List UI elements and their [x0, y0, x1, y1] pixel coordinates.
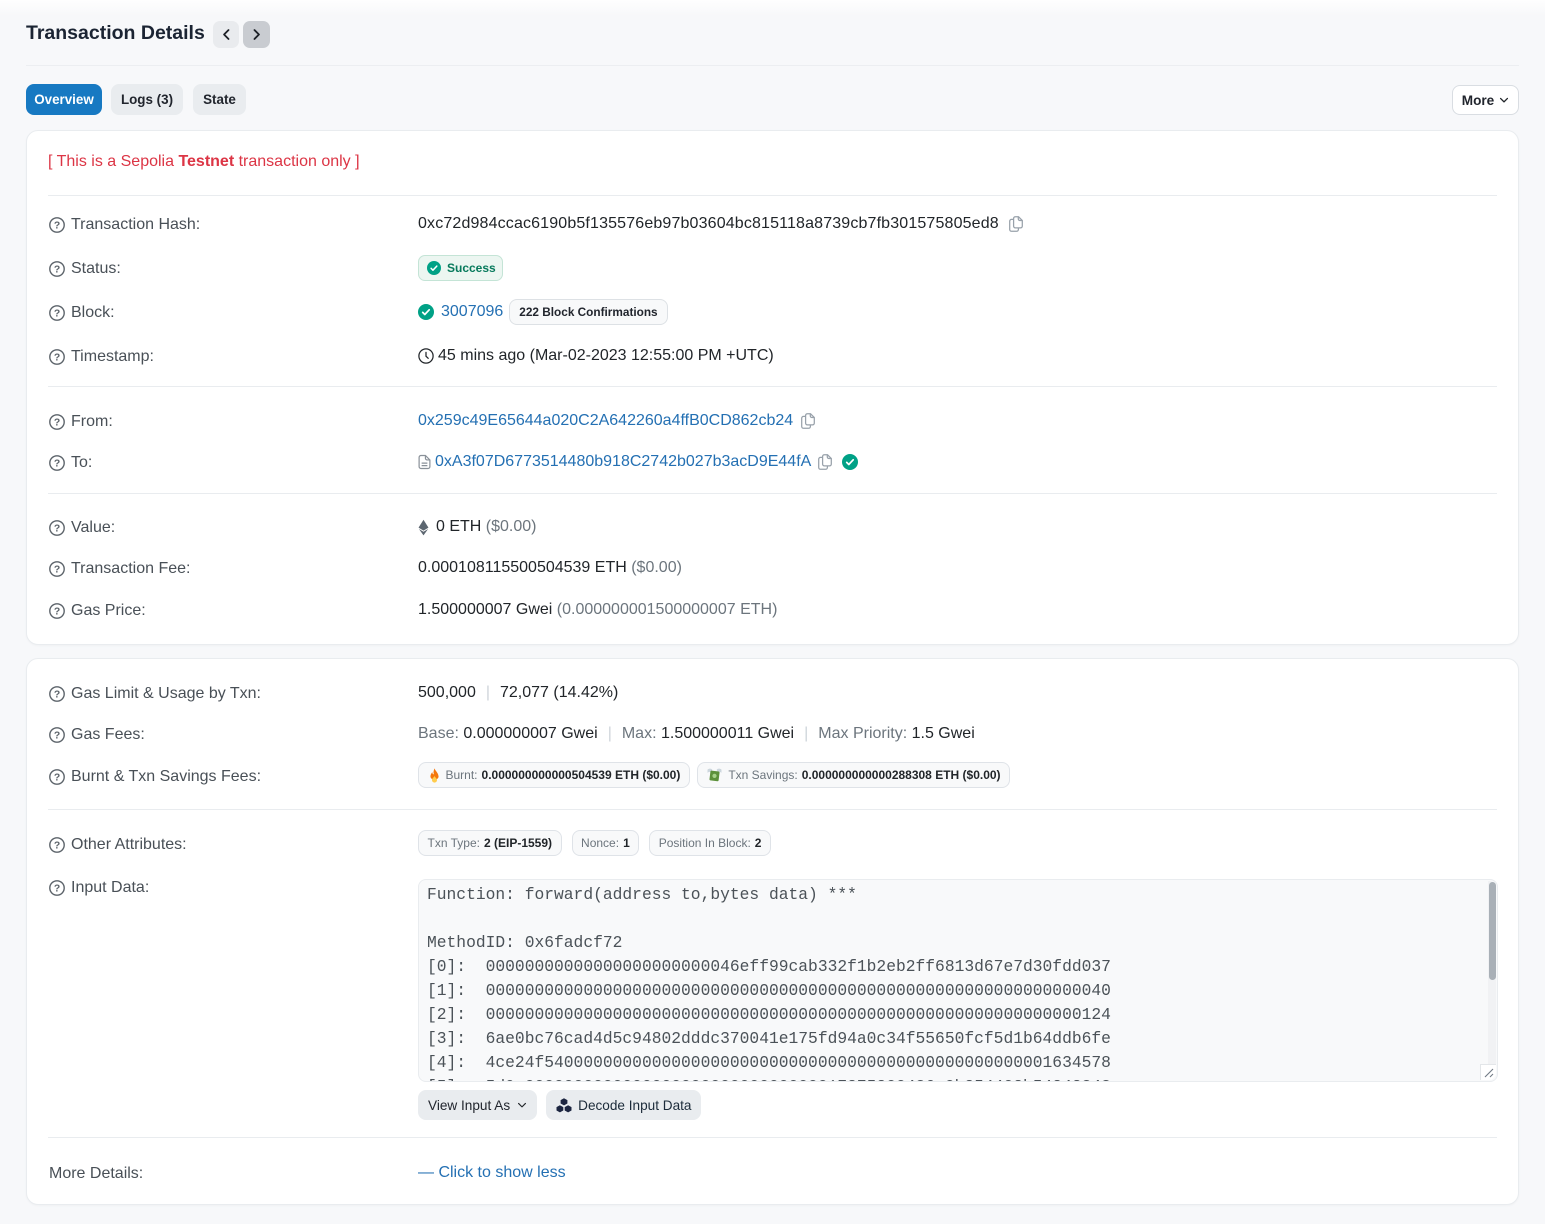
svg-text:?: ? [54, 459, 60, 470]
svg-text:?: ? [54, 524, 60, 535]
svg-text:?: ? [54, 565, 60, 576]
svg-text:?: ? [54, 418, 60, 429]
svg-text:?: ? [54, 265, 60, 276]
svg-text:?: ? [54, 773, 60, 784]
svg-text:?: ? [54, 884, 60, 895]
svg-text:?: ? [54, 309, 60, 320]
svg-text:?: ? [54, 690, 60, 701]
svg-text:?: ? [54, 353, 60, 364]
svg-text:?: ? [54, 731, 60, 742]
svg-text:?: ? [54, 841, 60, 852]
svg-text:?: ? [54, 221, 60, 232]
svg-text:?: ? [54, 607, 60, 618]
